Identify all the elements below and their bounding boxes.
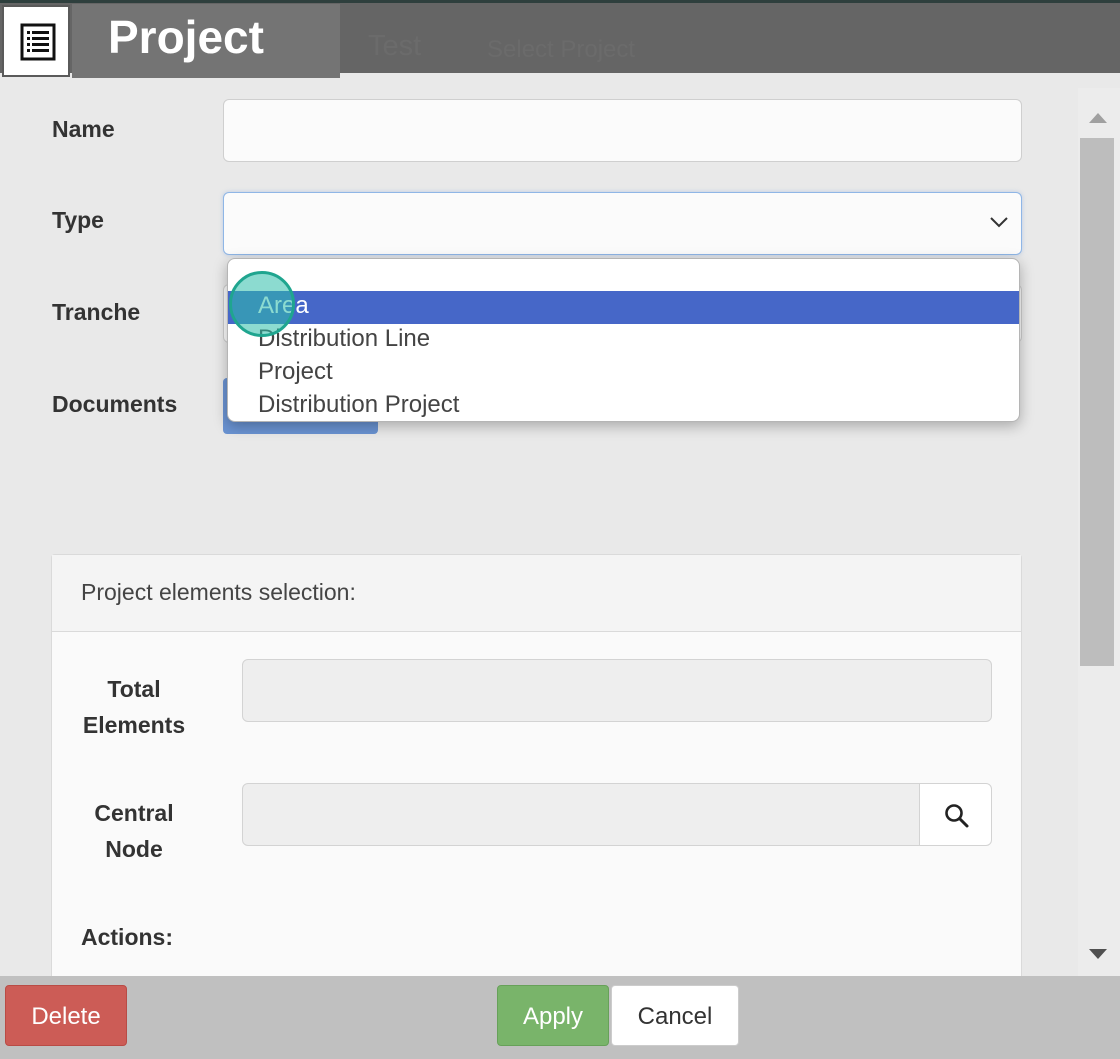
- type-option-project[interactable]: Project: [228, 357, 1019, 390]
- dialog-title: Project: [108, 11, 264, 63]
- actions-label: Actions:: [81, 924, 173, 950]
- documents-label: Documents: [52, 391, 178, 417]
- dialog-footer: Delete Apply Cancel: [0, 976, 1120, 1059]
- scroll-down-arrow-icon[interactable]: [1088, 948, 1108, 960]
- panel-header: Project elements selection:: [52, 555, 1021, 632]
- total-elements-label: Total Elements: [78, 671, 190, 743]
- background-tab-text: Test: [368, 30, 422, 62]
- total-elements-field: [242, 659, 992, 722]
- type-option-area[interactable]: Area: [228, 291, 1019, 324]
- click-indicator: [229, 271, 295, 337]
- vertical-scrollbar[interactable]: [1078, 88, 1120, 976]
- name-input[interactable]: [223, 99, 1022, 162]
- central-node-search-button[interactable]: [919, 783, 992, 846]
- project-dialog: Test Select Project Project Name Type Tr…: [0, 0, 1120, 1059]
- scroll-up-arrow-icon[interactable]: [1088, 112, 1108, 124]
- project-elements-panel: Project elements selection:: [51, 554, 1022, 984]
- tranche-label: Tranche: [52, 299, 141, 325]
- name-label: Name: [52, 116, 115, 142]
- panel-title: Project elements selection:: [81, 579, 356, 605]
- central-node-label-line-1: Central: [94, 800, 174, 826]
- type-option-empty[interactable]: [228, 259, 1019, 292]
- total-elements-label-line-1: Total: [107, 676, 161, 702]
- central-node-field: [242, 783, 920, 846]
- type-option-distribution-project[interactable]: Distribution Project: [228, 390, 1019, 421]
- chevron-down-icon: [990, 217, 1008, 228]
- type-label: Type: [52, 207, 104, 233]
- list-icon: [20, 23, 56, 61]
- background-select-project-text: Select Project: [487, 36, 636, 63]
- cancel-button[interactable]: Cancel: [611, 985, 739, 1046]
- menu-button[interactable]: [2, 5, 70, 77]
- total-elements-label-line-2: Elements: [82, 712, 186, 738]
- type-select[interactable]: [223, 192, 1022, 255]
- delete-button[interactable]: Delete: [5, 985, 127, 1046]
- central-node-label-line-2: Node: [105, 836, 163, 862]
- scroll-thumb[interactable]: [1080, 138, 1114, 666]
- apply-button[interactable]: Apply: [497, 985, 609, 1046]
- central-node-label: Central Node: [78, 795, 190, 867]
- type-dropdown-list[interactable]: Area Distribution Line Project Distribut…: [227, 258, 1020, 422]
- type-option-distribution-line[interactable]: Distribution Line: [228, 324, 1019, 357]
- search-icon: [945, 804, 969, 828]
